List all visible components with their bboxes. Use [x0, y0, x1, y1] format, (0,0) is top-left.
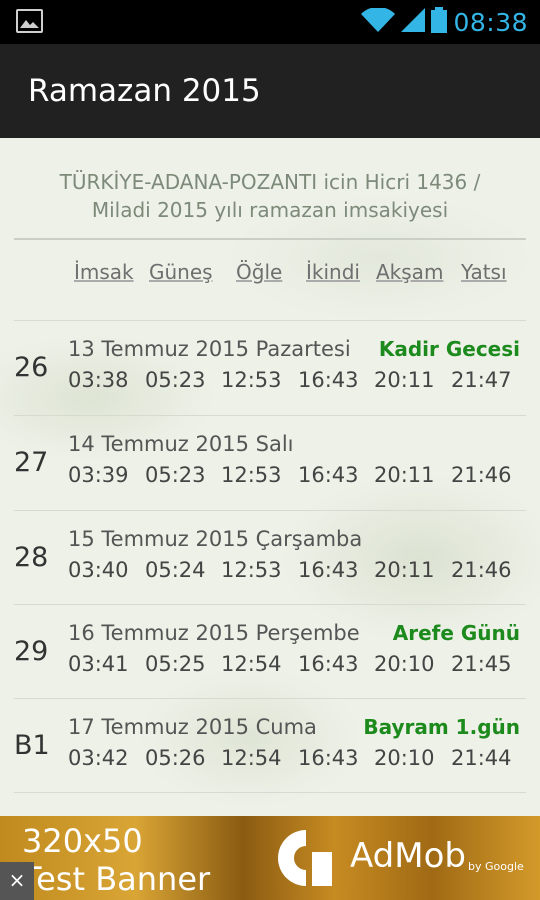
col-aksam: Akşam: [376, 260, 444, 284]
time-yatsi: 21:46: [451, 558, 512, 582]
ad-size-text: 320x50: [22, 822, 143, 860]
time-ogle: 12:53: [221, 463, 282, 487]
note-text: Bayram 1.gün: [363, 715, 520, 739]
action-bar: Ramazan 2015: [0, 44, 540, 138]
note-text: Arefe Günü: [392, 621, 520, 645]
header-text: TÜRKİYE-ADANA-POZANTI icin Hicri 1436 / …: [0, 168, 540, 224]
time-imsak: 03:38: [68, 368, 129, 392]
time-yatsi: 21:47: [451, 368, 512, 392]
day-number: 27: [14, 447, 49, 478]
col-imsak: İmsak: [74, 260, 134, 284]
time-yatsi: 21:46: [451, 463, 512, 487]
time-aksam: 20:11: [374, 463, 435, 487]
time-yatsi: 21:45: [451, 652, 512, 676]
list-end: [0, 792, 540, 816]
note-text: Kadir Gecesi: [378, 337, 520, 361]
col-gunes: Güneş: [149, 260, 213, 284]
column-headers: İmsak Güneş Öğle İkindi Akşam Yatsı: [0, 260, 540, 290]
battery-icon: [431, 7, 448, 37]
admob-logo-icon: [272, 826, 338, 894]
wifi-icon: [361, 6, 396, 36]
time-imsak: 03:40: [68, 558, 129, 582]
ad-by-text: by Google: [468, 860, 524, 873]
list-item[interactable]: B1 17 Temmuz 2015 Cuma Bayram 1.gün 03:4…: [0, 698, 540, 792]
time-ikindi: 16:43: [298, 558, 359, 582]
time-yatsi: 21:44: [451, 746, 512, 770]
imsakiye-list[interactable]: TÜRKİYE-ADANA-POZANTI icin Hicri 1436 / …: [0, 138, 540, 816]
date-text: 15 Temmuz 2015 Çarşamba: [68, 527, 363, 551]
time-gunes: 05:23: [145, 463, 206, 487]
image-icon: [16, 9, 43, 33]
time-ogle: 12:53: [221, 558, 282, 582]
time-aksam: 20:11: [374, 368, 435, 392]
divider: [14, 604, 526, 605]
page-title: Ramazan 2015: [28, 73, 261, 109]
header-line-2: Miladi 2015 yılı ramazan imsakiyesi: [91, 198, 449, 222]
list-item[interactable]: 26 13 Temmuz 2015 Pazartesi Kadir Gecesi…: [0, 320, 540, 414]
date-text: 14 Temmuz 2015 Salı: [68, 432, 294, 456]
time-gunes: 05:26: [145, 746, 206, 770]
date-text: 13 Temmuz 2015 Pazartesi: [68, 337, 351, 361]
time-aksam: 20:10: [374, 746, 435, 770]
divider: [14, 415, 526, 416]
status-bar: 08:38: [0, 0, 540, 44]
time-ikindi: 16:43: [298, 463, 359, 487]
time-ikindi: 16:43: [298, 652, 359, 676]
time-aksam: 20:10: [374, 652, 435, 676]
divider: [14, 320, 526, 321]
col-ikindi: İkindi: [306, 260, 360, 284]
day-number: 28: [14, 542, 49, 573]
clock: 08:38: [453, 7, 528, 37]
time-imsak: 03:41: [68, 652, 129, 676]
col-yatsi: Yatsı: [461, 260, 507, 284]
time-ogle: 12:54: [221, 652, 282, 676]
date-text: 16 Temmuz 2015 Perşembe: [68, 621, 360, 645]
ad-brand-text: AdMob: [350, 836, 466, 876]
divider: [14, 238, 526, 240]
divider: [14, 792, 526, 793]
ad-banner[interactable]: 320x50 Test Banner AdMob by Google: [0, 816, 540, 900]
ad-close-button[interactable]: ×: [0, 862, 34, 900]
divider: [14, 510, 526, 511]
time-gunes: 05:25: [145, 652, 206, 676]
time-ogle: 12:53: [221, 368, 282, 392]
time-aksam: 20:11: [374, 558, 435, 582]
date-text: 17 Temmuz 2015 Cuma: [68, 715, 317, 739]
time-gunes: 05:24: [145, 558, 206, 582]
time-imsak: 03:39: [68, 463, 129, 487]
day-number: B1: [14, 730, 50, 761]
ad-label-text: Test Banner: [22, 860, 211, 898]
time-ikindi: 16:43: [298, 746, 359, 770]
list-item[interactable]: 29 16 Temmuz 2015 Perşembe Arefe Günü 03…: [0, 604, 540, 698]
time-imsak: 03:42: [68, 746, 129, 770]
divider: [14, 698, 526, 699]
col-ogle: Öğle: [236, 260, 283, 284]
signal-icon: [401, 8, 426, 36]
list-item[interactable]: 27 14 Temmuz 2015 Salı 03:39 05:23 12:53…: [0, 415, 540, 509]
time-ogle: 12:54: [221, 746, 282, 770]
time-ikindi: 16:43: [298, 368, 359, 392]
list-item[interactable]: 28 15 Temmuz 2015 Çarşamba 03:40 05:24 1…: [0, 510, 540, 604]
time-gunes: 05:23: [145, 368, 206, 392]
day-number: 26: [14, 352, 49, 383]
day-number: 29: [14, 636, 49, 667]
header-line-1: TÜRKİYE-ADANA-POZANTI icin Hicri 1436 /: [59, 170, 481, 194]
